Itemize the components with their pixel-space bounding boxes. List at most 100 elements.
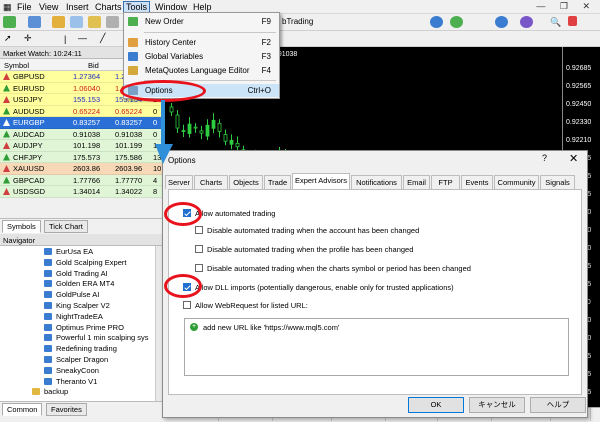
navigator-icon[interactable] — [88, 16, 101, 28]
cell-bid: 2603.86 — [73, 164, 101, 173]
horizontal-line-icon[interactable]: — — [78, 33, 87, 43]
navigator-ea-item[interactable]: Redefining trading — [0, 343, 155, 354]
navigator-ea-item[interactable]: Golden ERA MT4 — [0, 278, 155, 289]
account-icon[interactable] — [520, 16, 533, 28]
dialog-tab[interactable]: FTP — [431, 175, 460, 189]
market-watch-row[interactable]: AUDCAD 0.91038 0.91038 0 — [0, 128, 162, 140]
disable-on-account-change-checkbox[interactable] — [195, 226, 203, 234]
navigator-ea-item[interactable]: Powerful 1 min scalping sys — [0, 332, 155, 343]
url-list[interactable]: + add new URL like 'https://www.mql5.com… — [184, 318, 569, 376]
settings-gear-icon[interactable] — [495, 16, 508, 28]
navigator-ea-item[interactable]: Theranto V1 — [0, 376, 155, 387]
menu-item-history-center[interactable]: History Center F2 — [124, 36, 279, 49]
market-watch-row[interactable]: XAUUSD 2603.86 2603.96 10 — [0, 163, 162, 175]
dialog-tab[interactable]: Signals — [540, 175, 575, 189]
disable-on-profile-change-checkbox[interactable] — [195, 245, 203, 253]
menu-file[interactable]: File — [17, 2, 32, 12]
market-watch-row[interactable]: GBPCAD 1.77766 1.77770 4 — [0, 174, 162, 186]
symbol-arrow-icon — [3, 165, 10, 172]
new-chart-icon[interactable] — [3, 16, 16, 28]
navigator-tree: EurUsa EA Gold Scalping Expert Gold Tradin… — [0, 246, 155, 401]
navigator-ea-item[interactable]: Optimus Prime PRO — [0, 322, 155, 333]
navigator-item-label: SneakyCoon — [56, 365, 99, 375]
menu-item-new-order[interactable]: New Order F9 — [124, 15, 279, 28]
cell-ask: 0.65224 — [115, 106, 143, 116]
highlight-oval-dll-imports — [164, 274, 202, 298]
navigator-ea-item[interactable]: SneakyCoon — [0, 365, 155, 376]
dialog-tab[interactable]: Community — [494, 175, 539, 189]
candle-body — [217, 122, 222, 132]
cell-spread: 4 — [153, 175, 158, 185]
menu-insert[interactable]: Insert — [66, 2, 89, 12]
dialog-tab[interactable]: Trade — [264, 175, 291, 189]
menu-window[interactable]: Window — [155, 2, 187, 12]
vertical-line-icon[interactable]: | — [64, 34, 66, 44]
menu-item-metaquotes-editor[interactable]: MetaQuotes Language Editor F4 — [124, 64, 279, 77]
crosshair-icon[interactable]: ✛ — [24, 33, 32, 44]
globe-icon[interactable] — [430, 16, 443, 28]
tab-tick-chart[interactable]: Tick Chart — [44, 220, 88, 233]
navigator-ea-item[interactable]: NightTradeEA — [0, 311, 155, 322]
add-url-icon[interactable]: + — [190, 323, 198, 331]
market-watch-tabs: Symbols Tick Chart — [0, 218, 162, 233]
tab-symbols[interactable]: Symbols — [2, 220, 41, 233]
menu-charts[interactable]: Charts — [95, 2, 122, 12]
cursor-icon[interactable]: ➚ — [4, 33, 12, 44]
allow-webrequest-checkbox[interactable] — [183, 301, 191, 309]
profiles-icon[interactable] — [28, 16, 41, 28]
navigator-ea-item[interactable]: Scalper Dragon — [0, 354, 155, 365]
market-watch-icon[interactable] — [52, 16, 65, 28]
expert-advisor-icon — [44, 248, 52, 255]
navigator-ea-item[interactable]: GoldPulse AI — [0, 289, 155, 300]
data-window-icon[interactable] — [70, 16, 83, 28]
market-watch-row[interactable]: CHFJPY 175.573 175.586 13 — [0, 151, 162, 163]
close-icon[interactable]: ✕ — [569, 152, 578, 165]
search-icon[interactable]: 🔍 — [550, 17, 561, 28]
dialog-tab[interactable]: Server — [165, 175, 193, 189]
cell-ask: 175.586 — [115, 152, 143, 162]
navigator-ea-item[interactable]: Gold Trading AI — [0, 268, 155, 279]
navigator-ea-item[interactable]: Gold Scalping Expert — [0, 257, 155, 268]
help-button[interactable]: ヘルプ — [530, 397, 586, 413]
expert-advisor-icon — [44, 269, 52, 277]
tab-favorites[interactable]: Favorites — [46, 403, 87, 416]
candle-body — [193, 126, 198, 129]
market-watch-row[interactable]: AUDJPY 101.198 101.199 1 — [0, 140, 162, 152]
trendline-icon[interactable]: ╱ — [100, 33, 105, 44]
navigator-ea-item[interactable]: EurUsa EA — [0, 246, 155, 257]
navigator-folder-backup[interactable]: backup — [0, 386, 155, 397]
col-symbol[interactable]: Symbol — [4, 61, 29, 70]
navigator-scrollbar[interactable] — [155, 246, 162, 401]
dialog-tab[interactable]: Notifications — [351, 175, 402, 189]
terminal-icon[interactable] — [106, 16, 119, 28]
navigator-item-label: Golden ERA MT4 — [56, 279, 115, 289]
menu-item-global-variables[interactable]: Global Variables F3 — [124, 50, 279, 63]
dialog-tab[interactable]: Charts — [194, 175, 228, 189]
cancel-button[interactable]: キャンセル — [469, 397, 525, 413]
help-icon[interactable]: ? — [542, 153, 547, 163]
alert-icon[interactable] — [568, 16, 577, 26]
tab-common[interactable]: Common — [2, 403, 43, 416]
candle-body — [235, 142, 240, 148]
market-watch-row[interactable]: USDSGD 1.34014 1.34022 8 — [0, 186, 162, 198]
cell-ask: 0.83257 — [115, 118, 143, 127]
signals-icon[interactable] — [450, 16, 463, 28]
add-url-placeholder[interactable]: add new URL like 'https://www.mql5.com' — [203, 323, 339, 332]
market-watch-row[interactable]: EURGBP 0.83257 0.83257 0 — [0, 117, 162, 129]
menu-help[interactable]: Help — [193, 2, 212, 12]
dialog-tab[interactable]: Expert Advisors — [292, 173, 350, 189]
window-controls[interactable]: — ❐ ✕ — [536, 1, 596, 12]
symbol-arrow-icon — [3, 130, 10, 138]
menu-view[interactable]: View — [39, 2, 58, 12]
dialog-tab[interactable]: Events — [461, 175, 493, 189]
dialog-tab[interactable]: Email — [403, 175, 430, 189]
dialog-tab[interactable]: Objects — [229, 175, 263, 189]
navigator-item-label: EurUsa EA — [56, 247, 94, 256]
price-tick-label: 0.92330 — [566, 119, 592, 126]
ok-button[interactable]: OK — [408, 397, 464, 413]
market-watch-row[interactable]: AUDUSD 0.65224 0.65224 0 — [0, 105, 162, 117]
navigator-ea-item[interactable]: King Scalper V2 — [0, 300, 155, 311]
disable-on-symbol-change-checkbox[interactable] — [195, 264, 203, 272]
autotrading-label[interactable]: bTrading — [282, 17, 313, 26]
col-bid[interactable]: Bid — [88, 61, 99, 70]
